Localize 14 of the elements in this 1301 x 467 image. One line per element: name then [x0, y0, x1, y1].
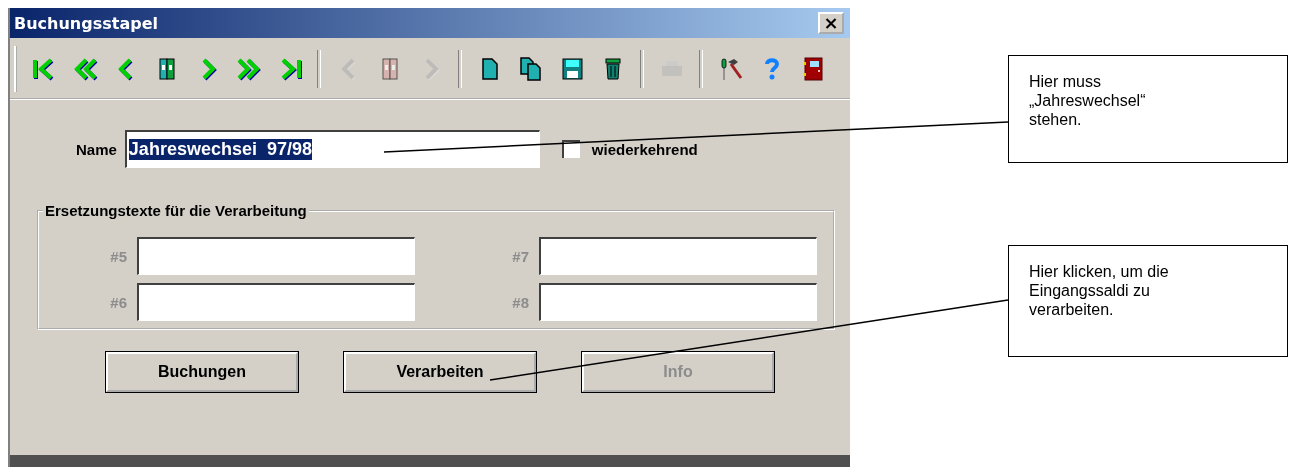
group-title: Ersetzungstexte für die Verarbeitung — [44, 202, 308, 219]
dialog-button[interactable]: Buchungen — [106, 352, 298, 392]
dialog-button[interactable]: Verarbeiten — [344, 352, 536, 392]
name-field[interactable]: Jahreswechsei 97/98 — [124, 130, 540, 168]
field-label: #5 — [110, 247, 127, 265]
field-label: #8 — [512, 293, 529, 311]
callout-text: Hier klicken, um die Eingangssaldi zu verarbeiten. — [1029, 262, 1170, 319]
field-label: #7 — [512, 247, 529, 265]
window-title: Buchungsstapel — [14, 13, 158, 33]
callout-text: Hier muss „Jahreswechsel“ stehen. — [1029, 72, 1147, 129]
checkbox-label: wiederkehrend — [591, 140, 698, 158]
close-button[interactable]: × — [818, 12, 844, 34]
field-label: #6 — [110, 293, 127, 311]
field-label: Name — [76, 140, 117, 158]
